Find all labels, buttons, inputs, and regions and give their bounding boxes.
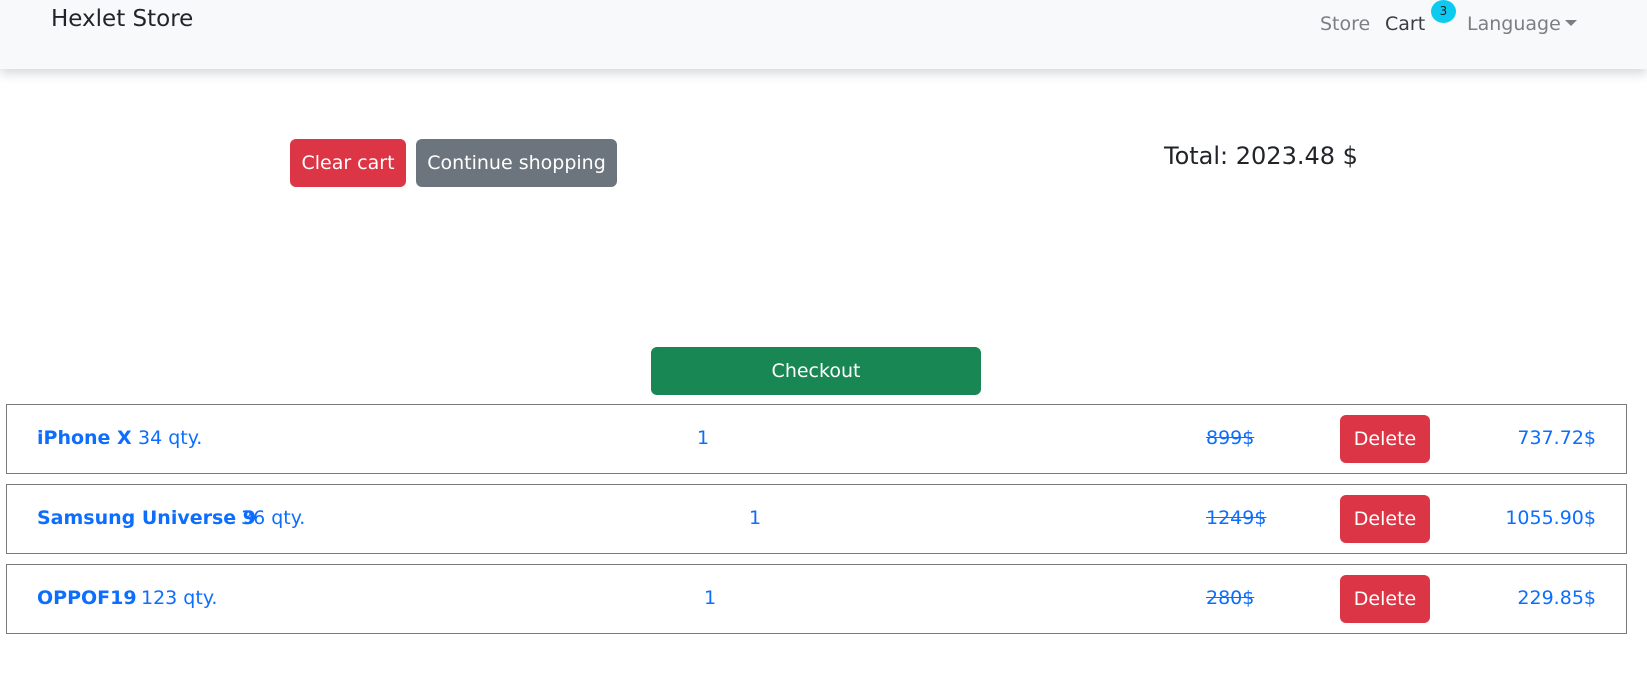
cart-item-row: Samsung Universe 9 36 qty. 1 1249$ Delet… [6,484,1627,554]
product-name-link[interactable]: iPhone X [37,427,132,449]
brand-logo-link[interactable]: Hexlet Store [51,6,193,32]
product-quantity: 1 [749,507,762,529]
product-quantity: 1 [697,427,710,449]
language-dropdown-label: Language [1467,13,1561,35]
nav-store-link[interactable]: Store [1320,13,1370,35]
delete-item-button[interactable]: Delete [1340,415,1430,463]
product-price: 1055.90$ [1505,507,1596,529]
cart-item-row: OPPOF19 123 qty. 1 280$ Delete 229.85$ [6,564,1627,634]
product-stock: 123 qty. [141,587,218,609]
clear-cart-button[interactable]: Clear cart [290,139,406,187]
continue-shopping-button[interactable]: Continue shopping [416,139,617,187]
cart-count-badge: 3 [1431,0,1456,23]
product-price: 229.85$ [1517,587,1596,609]
product-old-price: 280$ [1206,587,1255,609]
product-price: 737.72$ [1517,427,1596,449]
top-navbar: Hexlet Store Store Cart 3 Language [0,0,1647,69]
product-stock: 34 qty. [138,427,203,449]
cart-item-row: iPhone X 34 qty. 1 899$ Delete 737.72$ [6,404,1627,474]
cart-total: Total: 2023.48 $ [1164,142,1358,170]
delete-item-button[interactable]: Delete [1340,495,1430,543]
product-old-price: 899$ [1206,427,1255,449]
product-stock: 36 qty. [241,507,306,529]
nav-cart-link[interactable]: Cart [1385,13,1425,35]
delete-item-button[interactable]: Delete [1340,575,1430,623]
product-name-link[interactable]: Samsung Universe 9 [37,507,256,529]
product-old-price: 1249$ [1206,507,1267,529]
checkout-button[interactable]: Checkout [651,347,981,395]
caret-down-icon [1564,19,1577,26]
product-name-link[interactable]: OPPOF19 [37,587,137,609]
product-quantity: 1 [704,587,717,609]
language-dropdown[interactable]: Language [1467,13,1577,35]
